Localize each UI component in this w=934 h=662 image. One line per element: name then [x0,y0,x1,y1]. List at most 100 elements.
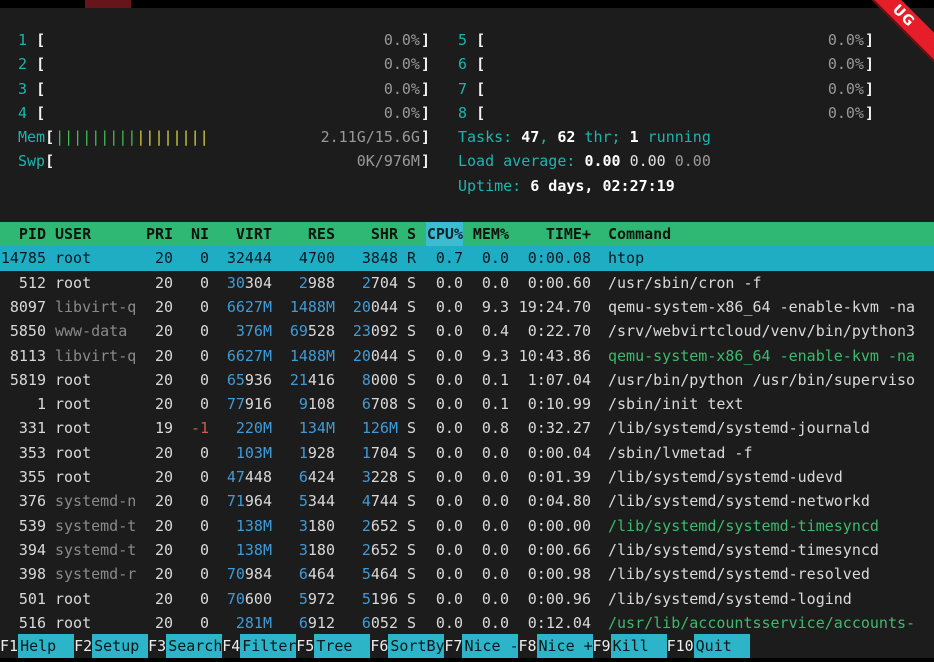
bracket-close: ] [865,52,874,76]
user-cell: systemd-t [55,514,137,538]
process-row[interactable]: 8113libvirt-q2006627M1488M20044S0.09.310… [0,344,934,368]
process-row[interactable]: 14785root2003244447003848R0.70.00:00.08h… [0,246,934,270]
column-header-time[interactable]: TIME+ [518,222,591,246]
virt-cell: 376M [218,319,272,343]
nice-cell: 0 [182,587,209,611]
cpu-meter-1-value: 0.0% [384,28,420,52]
state-cell: S [407,611,417,635]
fn-action-label: Nice - [462,634,518,658]
process-row[interactable]: 8097libvirt-q2006627M1488M20044S0.09.319… [0,295,934,319]
pid-cell: 501 [0,587,46,611]
process-row[interactable]: 516root200281M69126052S0.00.00:12.04/usr… [0,611,934,635]
process-row[interactable]: 394systemd-t200138M31802652S0.00.00:00.6… [0,538,934,562]
column-header-mem[interactable]: MEM% [472,222,509,246]
res-cell: 9108 [281,392,335,416]
meter-row: 4 [0.0%]8 [0.0%] [18,101,934,125]
pid-cell: 331 [0,416,46,440]
column-header-user[interactable]: USER [55,222,137,246]
mem-percent-cell: 0.0 [472,441,509,465]
command-cell: /srv/webvirtcloud/venv/bin/python3 [608,319,934,343]
state-cell: S [407,344,417,368]
mem-meter-bars: ||||||||||||||||| [55,125,209,149]
load-average-stat: Load average: 0.00 0.00 0.00 [458,149,711,173]
fn-f3-search[interactable]: F3Search [148,634,222,658]
column-header-virt[interactable]: VIRT [218,222,272,246]
shr-cell: 20044 [344,295,398,319]
fn-f8-nice[interactable]: F8Nice + [518,634,592,658]
meter-row: 1 [0.0%]5 [0.0%] [18,28,934,52]
column-header-s[interactable]: S [407,222,417,246]
virt-cell: 103M [218,441,272,465]
fn-f1-help[interactable]: F1Help [0,634,74,658]
fn-f10-quit[interactable]: F10Quit [667,634,750,658]
mem-percent-cell: 0.8 [472,416,509,440]
process-table: PID USER PRI NI VIRT RES SHR S CPU% MEM% TIME+ Comm… [0,222,934,635]
process-row[interactable]: 355root2004744864243228S0.00.00:01.39/li… [0,465,934,489]
process-row[interactable]: 5819root20065936214168000S0.00.11:07.04/… [0,368,934,392]
process-row[interactable]: 353root200103M19281704S0.00.00:00.04/sbi… [0,441,934,465]
bracket-close: ] [421,52,430,76]
pid-cell: 394 [0,538,46,562]
meter-row: Uptime: 6 days, 02:27:19 [18,174,934,198]
mem-meter-body: |||||||||||||||||2.11G/15.6G [54,125,421,149]
fn-f2-setup[interactable]: F2Setup [74,634,148,658]
command-cell: /lib/systemd/systemd-resolved [608,562,934,586]
command-cell: /lib/systemd/systemd-logind [608,587,934,611]
process-row[interactable]: 331root19-1220M134M126MS0.00.80:32.27/li… [0,416,934,440]
process-row[interactable]: 376systemd-n2007196453444744S0.00.00:04.… [0,489,934,513]
process-row[interactable]: 539systemd-t200138M31802652S0.00.00:00.0… [0,514,934,538]
state-cell: S [407,562,417,586]
mem-percent-cell: 0.0 [472,514,509,538]
mem-percent-cell: 0.0 [472,538,509,562]
process-row[interactable]: 398systemd-r2007098464645464S0.00.00:00.… [0,562,934,586]
fn-f5-tree[interactable]: F5Tree [296,634,370,658]
column-header-command[interactable]: Command [608,222,934,246]
command-cell: /lib/systemd/systemd-timesyncd [608,514,934,538]
pid-cell: 376 [0,489,46,513]
time-cell: 0:00.04 [518,441,591,465]
cpu-meter-6-body: 0.0% [485,52,865,76]
fn-f7-nice[interactable]: F7Nice - [444,634,518,658]
pid-cell: 5850 [0,319,46,343]
virt-cell: 138M [218,538,272,562]
process-row[interactable]: 1root2007791691086708S0.00.10:10.99/sbin… [0,392,934,416]
res-cell: 1488M [281,344,335,368]
fn-f9-kill[interactable]: F9Kill [593,634,667,658]
priority-cell: 20 [146,562,173,586]
fn-f4-filter[interactable]: F4Filter [222,634,296,658]
column-header-ni[interactable]: NI [182,222,209,246]
bracket-open: [ [45,125,54,149]
process-row[interactable]: 5850www-data200376M6952823092S0.00.40:22… [0,319,934,343]
swp-meter-label: Swp [18,149,45,173]
cpu-meter-5-value: 0.0% [828,28,864,52]
nice-cell: 0 [182,441,209,465]
priority-cell: 20 [146,489,173,513]
user-cell: libvirt-q [55,344,137,368]
cpu-percent-cell: 0.0 [426,587,463,611]
column-header-shr[interactable]: SHR [344,222,398,246]
virt-cell: 138M [218,514,272,538]
cpu-meter-8-label: 8 [458,101,476,125]
nice-cell: 0 [182,295,209,319]
column-header-pri[interactable]: PRI [146,222,173,246]
column-header-pid[interactable]: PID [0,222,46,246]
cpu-meter-1: 1 [0.0%] [18,28,430,52]
user-cell: systemd-r [55,562,137,586]
column-header-cpu[interactable]: CPU% [426,222,463,246]
cpu-meter-1-label: 1 [18,28,36,52]
shr-cell: 23092 [344,319,398,343]
cpu-meter-3-label: 3 [18,77,36,101]
time-cell: 0:04.80 [518,489,591,513]
priority-cell: 20 [146,611,173,635]
time-cell: 0:00.08 [518,246,591,270]
cpu-percent-cell: 0.0 [426,562,463,586]
cpu-percent-cell: 0.0 [426,392,463,416]
state-cell: S [407,514,417,538]
process-row[interactable]: 512root2003030429882704S0.00.00:00.60/us… [0,271,934,295]
priority-cell: 20 [146,295,173,319]
column-header-res[interactable]: RES [281,222,335,246]
user-cell: root [55,246,137,270]
process-row[interactable]: 501root2007060059725196S0.00.00:00.96/li… [0,587,934,611]
fn-f6-sortby[interactable]: F6SortBy [370,634,444,658]
cpu-percent-cell: 0.0 [426,441,463,465]
